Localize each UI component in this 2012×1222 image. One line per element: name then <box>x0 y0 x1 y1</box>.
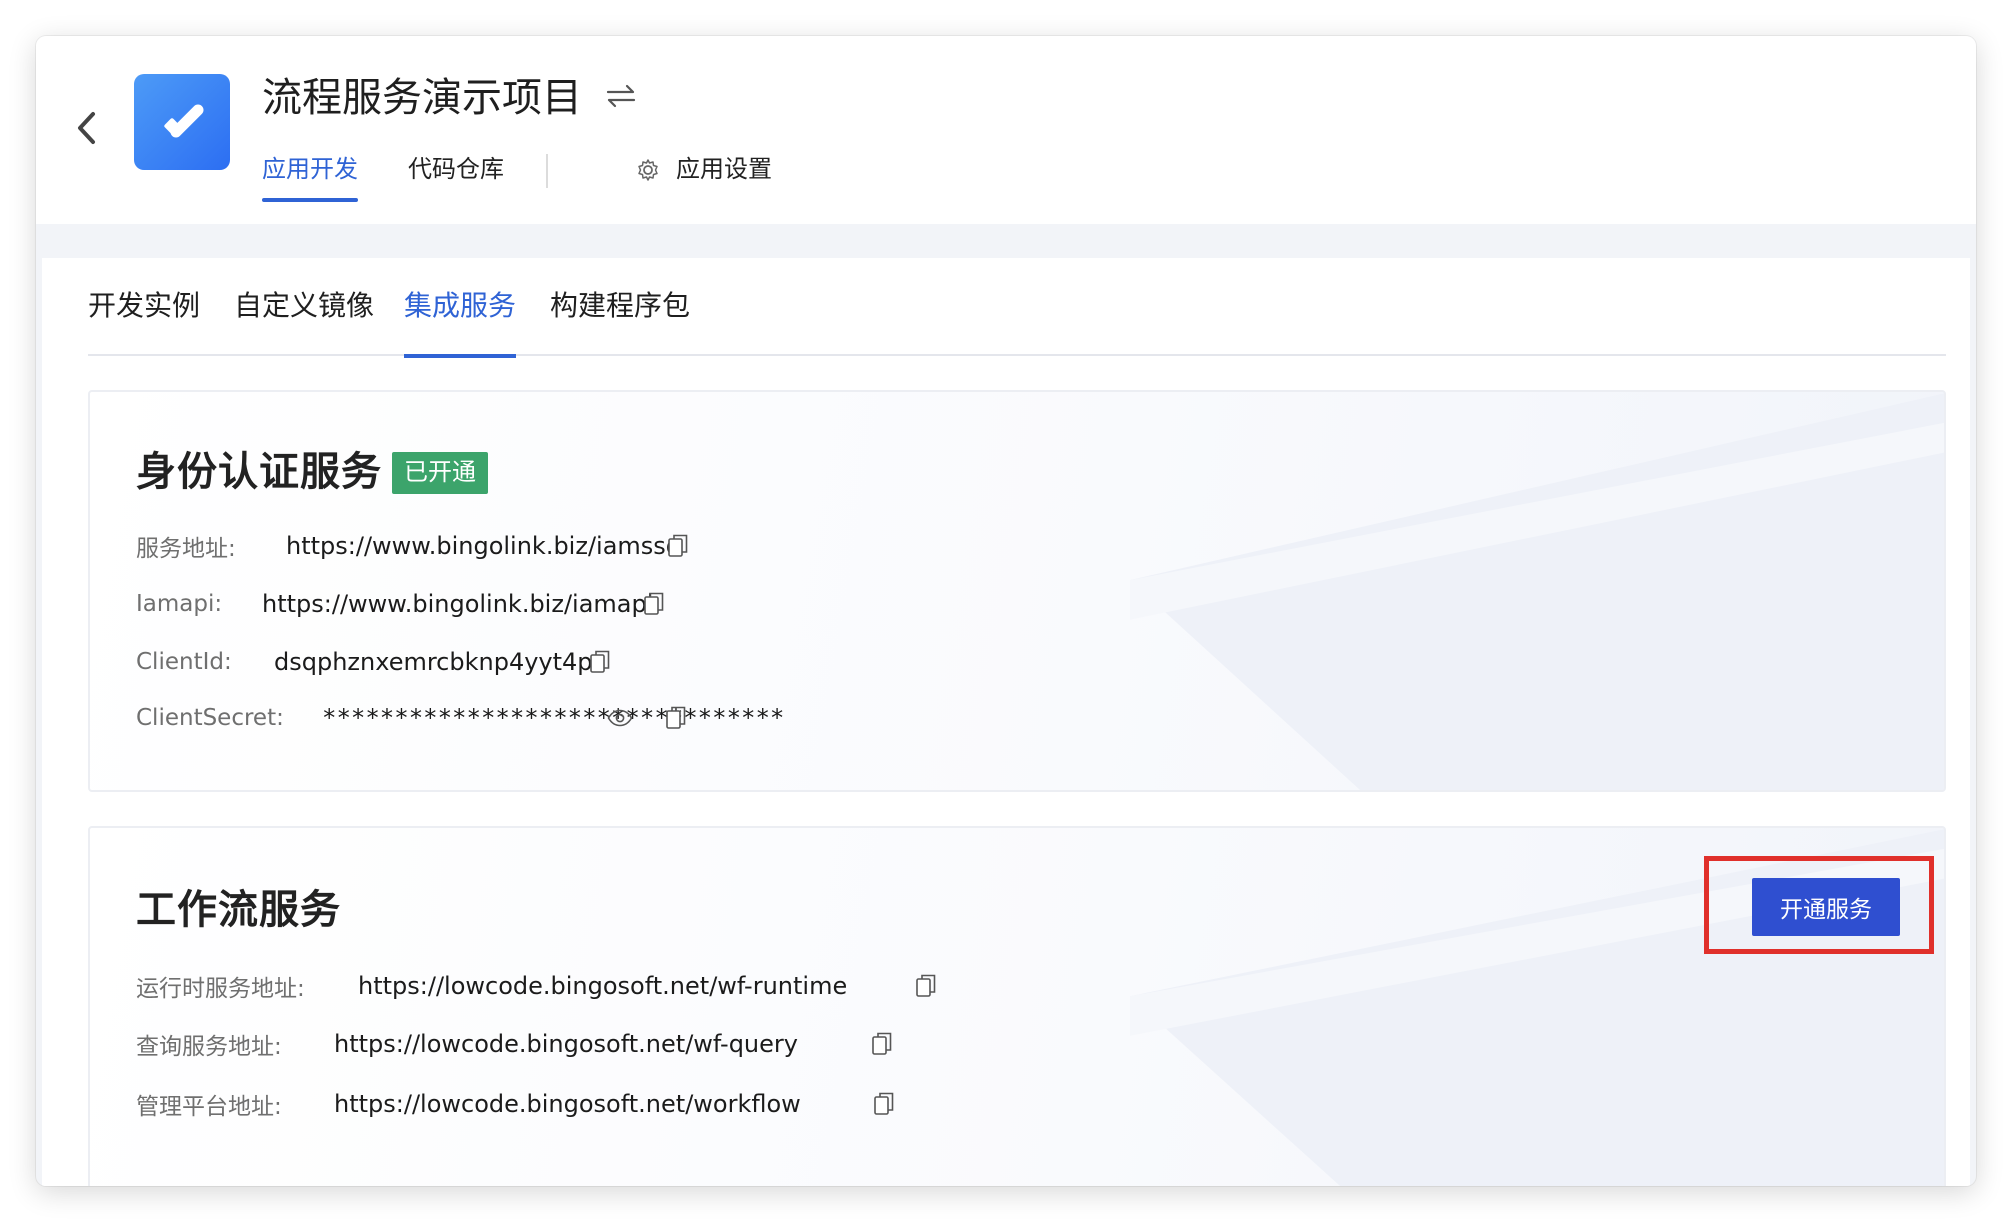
status-badge: 已开通 <box>392 452 488 494</box>
app-title: 流程服务演示项目 <box>262 75 582 121</box>
field-row-runtime-url: 运行时服务地址: https://lowcode.bingosoft.net/w… <box>136 966 936 1006</box>
copy-icon[interactable] <box>870 1030 894 1058</box>
identity-service-card: 身份认证服务 已开通 服务地址: https://www.bingolink.b… <box>88 390 1946 792</box>
field-label: ClientSecret: <box>136 705 284 731</box>
workflow-service-title: 工作流服务 <box>136 887 341 933</box>
app-window: 流程服务演示项目 应用开发 代码仓库 应用设置 开发实例 自定义镜像 集成服务 … <box>36 36 1976 1186</box>
nav-app-settings[interactable]: 应用设置 <box>676 144 772 196</box>
tab-dev-instance[interactable]: 开发实例 <box>88 286 200 356</box>
eye-icon[interactable] <box>606 707 634 729</box>
field-label: 管理平台地址: <box>136 1094 282 1120</box>
copy-icon[interactable] <box>872 1090 896 1118</box>
check-icon <box>164 104 204 138</box>
field-label: 运行时服务地址: <box>136 976 305 1002</box>
field-value-masked: ******************************** <box>322 704 785 732</box>
tab-custom-image[interactable]: 自定义镜像 <box>234 286 374 356</box>
field-row-query-url: 查询服务地址: https://lowcode.bingosoft.net/wf… <box>136 1024 892 1064</box>
workflow-service-card: 工作流服务 开通服务 运行时服务地址: https://lowcode.bing… <box>88 826 1946 1186</box>
app-header: 流程服务演示项目 应用开发 代码仓库 应用设置 <box>36 36 1976 224</box>
field-value: https://lowcode.bingosoft.net/wf-query <box>334 1030 798 1058</box>
field-label: 查询服务地址: <box>136 1034 282 1060</box>
gear-icon <box>634 156 662 184</box>
tab-integration-service[interactable]: 集成服务 <box>404 286 517 358</box>
identity-service-title: 身份认证服务 <box>136 449 382 495</box>
nav-app-dev[interactable]: 应用开发 <box>262 144 358 202</box>
nav-code-repo[interactable]: 代码仓库 <box>408 144 504 196</box>
switch-app-button[interactable] <box>602 74 640 118</box>
copy-icon[interactable] <box>914 972 938 1000</box>
main-content: 开发实例 自定义镜像 集成服务 构建程序包 身份认证服务 已开通 服务地址: h… <box>42 258 1970 1186</box>
back-button[interactable] <box>66 102 106 154</box>
copy-icon[interactable] <box>666 532 690 560</box>
field-label: ClientId: <box>136 649 232 675</box>
nav-divider <box>546 154 548 188</box>
field-row-admin-url: 管理平台地址: https://lowcode.bingosoft.net/wo… <box>136 1084 894 1124</box>
chevron-left-icon <box>78 112 95 144</box>
open-service-button[interactable]: 开通服务 <box>1752 878 1900 936</box>
field-value: https://www.bingolink.biz/iamsso <box>286 532 681 560</box>
copy-icon[interactable] <box>588 648 612 676</box>
tab-build-package[interactable]: 构建程序包 <box>550 286 690 356</box>
copy-icon[interactable] <box>664 704 688 732</box>
field-row-client-secret: ClientSecret: **************************… <box>136 698 784 738</box>
field-value: dsqphznxemrcbknp4yyt4p <box>274 648 593 676</box>
field-row-iamapi: Iamapi: https://www.bingolink.biz/iamapi <box>136 584 664 624</box>
app-logo <box>134 74 230 170</box>
swap-arrows-icon <box>606 84 636 108</box>
card-decoration <box>1130 393 1944 790</box>
field-label: Iamapi: <box>136 591 223 617</box>
field-row-client-id: ClientId: dsqphznxemrcbknp4yyt4p <box>136 642 610 682</box>
field-value: https://www.bingolink.biz/iamapi <box>262 590 654 618</box>
field-value: https://lowcode.bingosoft.net/wf-runtime <box>358 972 848 1000</box>
service-tabs: 开发实例 自定义镜像 集成服务 构建程序包 <box>88 258 1946 358</box>
field-label: 服务地址: <box>136 536 236 562</box>
field-row-service-url: 服务地址: https://www.bingolink.biz/iamsso <box>136 526 688 566</box>
field-value: https://lowcode.bingosoft.net/workflow <box>334 1090 801 1118</box>
copy-icon[interactable] <box>642 590 666 618</box>
